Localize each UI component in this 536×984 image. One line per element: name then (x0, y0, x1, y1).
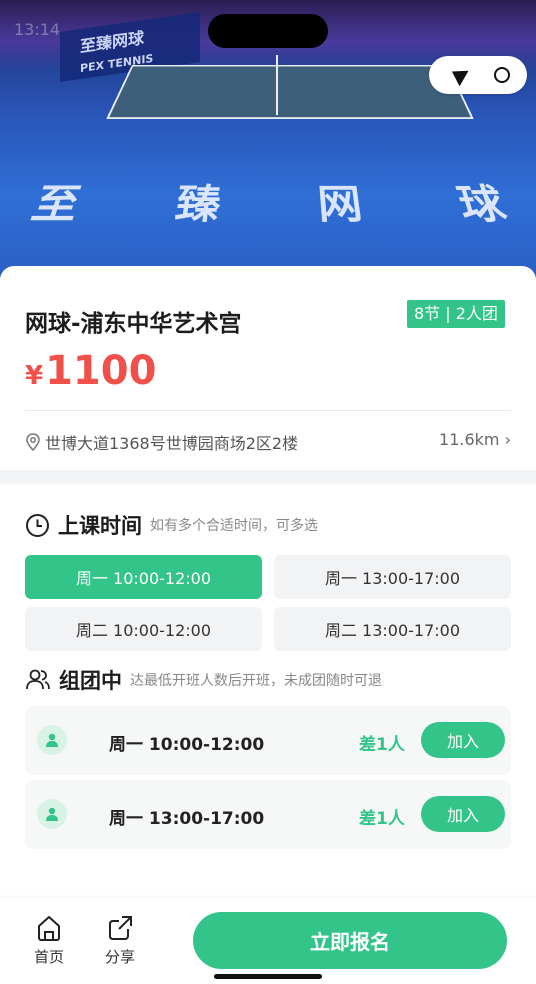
address-text: 世博大道1368号世博园商场2区2楼 (45, 434, 299, 453)
hero-court (106, 65, 474, 119)
divider (25, 410, 511, 411)
signup-button[interactable]: 立即报名 (193, 912, 507, 969)
location-arrow-icon[interactable] (446, 63, 469, 87)
group-row: 周一 10:00-12:00 差1人 加入 (25, 706, 511, 775)
time-slot-tue-am[interactable]: 周二 10:00-12:00 (25, 607, 262, 651)
course-info-card: 网球-浦东中华艺术宫 8节 | 2人团 ¥ 1100 世博大道1368号世博园商… (0, 266, 536, 470)
course-badge: 8节 | 2人团 (407, 300, 505, 328)
schedule-heading: 上课时间 (58, 514, 142, 538)
home-nav-button[interactable]: 首页 (34, 914, 64, 967)
home-indicator (214, 974, 322, 979)
groups-header: 组团中 达最低开班人数后开班，未成团随时可退 (25, 665, 382, 695)
camera-notch (208, 14, 328, 48)
schedule-section: 上课时间 如有多个合适时间，可多选 周一 10:00-12:00 周一 13:0… (0, 484, 536, 904)
avatar (37, 799, 67, 829)
distance-link[interactable]: 11.6km › (439, 430, 511, 449)
time-slot-mon-pm[interactable]: 周一 13:00-17:00 (274, 555, 511, 599)
time-slot-mon-am[interactable]: 周一 10:00-12:00 (25, 555, 262, 599)
price-currency: ¥ (25, 361, 44, 391)
clock-icon (26, 513, 49, 537)
share-label: 分享 (105, 948, 136, 966)
group-time: 周一 13:00-17:00 (109, 809, 265, 829)
mini-program-capsule[interactable] (429, 56, 527, 94)
price-value: 1100 (45, 348, 157, 394)
share-nav-button[interactable]: 分享 (105, 914, 135, 967)
bottom-action-bar: 首页 分享 立即报名 (0, 898, 536, 984)
home-icon (38, 916, 60, 941)
groups-heading: 组团中 (59, 669, 122, 693)
join-button[interactable]: 加入 (421, 722, 505, 758)
users-icon (26, 669, 50, 690)
group-row: 周一 13:00-17:00 差1人 加入 (25, 780, 511, 849)
home-label: 首页 (34, 948, 65, 966)
close-circle-icon[interactable] (493, 67, 510, 83)
hero-court-line (276, 55, 278, 115)
status-time: 13:14 (14, 20, 61, 39)
user-icon (46, 807, 58, 821)
hero-court-text: 至 臻 网 球 (25, 181, 517, 229)
location-pin-icon (26, 433, 40, 451)
share-icon (109, 916, 132, 940)
user-icon (46, 733, 58, 747)
group-need: 差1人 (359, 809, 405, 829)
time-slot-tue-pm[interactable]: 周二 13:00-17:00 (274, 607, 511, 651)
course-price: ¥ 1100 (25, 348, 156, 394)
groups-hint: 达最低开班人数后开班，未成团随时可退 (130, 673, 382, 689)
address-row[interactable]: 世博大道1368号世博园商场2区2楼 (25, 430, 298, 454)
join-button[interactable]: 加入 (421, 796, 505, 832)
group-need: 差1人 (359, 735, 405, 755)
course-title: 网球-浦东中华艺术宫 (25, 311, 242, 337)
avatar (37, 725, 67, 755)
schedule-hint: 如有多个合适时间，可多选 (150, 518, 318, 534)
schedule-header: 上课时间 如有多个合适时间，可多选 (25, 510, 318, 540)
group-time: 周一 10:00-12:00 (109, 735, 265, 755)
